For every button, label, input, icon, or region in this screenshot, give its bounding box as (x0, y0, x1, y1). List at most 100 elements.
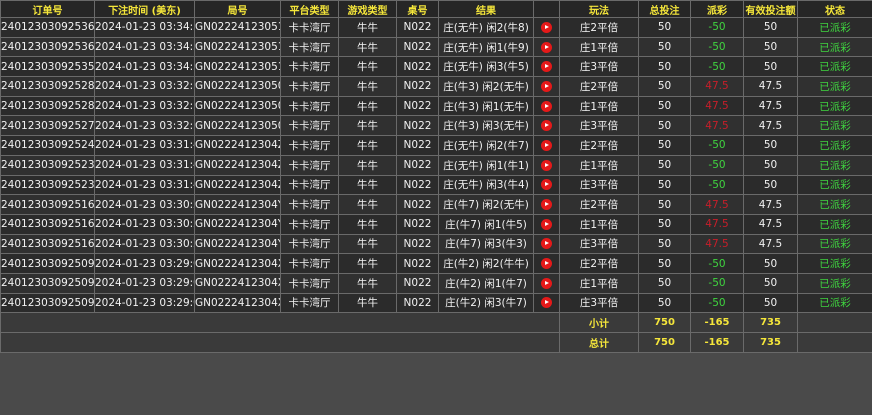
valid-bet-cell: 50 (743, 56, 798, 78)
result-cell: 庄(牛3) 闲2(无牛) (438, 76, 534, 97)
status-cell: 已派彩 (797, 292, 872, 314)
bet-time-cell: 2024-01-23 03:31:49 (94, 154, 195, 176)
valid-bet-cell: 50 (743, 17, 798, 38)
game-type-cell: 牛牛 (338, 76, 397, 97)
round-id-cell: GN0222412304Z (194, 135, 281, 156)
total-bet-cell: 50 (638, 233, 691, 255)
table-row: 2401230309253592024-01-23 03:34:37GN0222… (0, 56, 872, 78)
total-bet-cell: 50 (638, 272, 691, 294)
status-cell: 已派彩 (797, 76, 872, 97)
table-row: 2401230309252382024-01-23 03:31:49GN0222… (0, 174, 872, 196)
col-game-type: 游戏类型 (338, 0, 397, 18)
detail-cell[interactable] (533, 95, 560, 117)
play-cell: 庄2平倍 (559, 253, 639, 274)
game-type-cell: 牛牛 (338, 272, 397, 294)
total-payout: -165 (690, 332, 744, 353)
detail-cell[interactable] (533, 194, 560, 215)
round-id-cell: GN0222412304Z (194, 154, 281, 176)
result-cell: 庄(牛7) 闲1(牛5) (438, 213, 534, 235)
order-id-cell: 240123030925094 (0, 272, 95, 294)
detail-cell[interactable] (533, 36, 560, 58)
detail-cell[interactable] (533, 174, 560, 196)
play-circle-icon[interactable] (541, 80, 552, 92)
status-cell: 已派彩 (797, 17, 872, 38)
table-header-row: 订单号 下注时间 (美东) 局号 平台类型 游戏类型 桌号 结果 玩法 总投注 … (0, 0, 872, 18)
bet-time-cell: 2024-01-23 03:32:59 (94, 115, 195, 137)
status-cell: 已派彩 (797, 115, 872, 137)
play-circle-icon[interactable] (541, 179, 552, 191)
play-circle-icon[interactable] (541, 120, 552, 132)
payout-cell: -50 (690, 17, 744, 38)
valid-bet-cell: 47.5 (743, 95, 798, 117)
table-no-cell: N022 (396, 56, 439, 78)
total-bet-cell: 50 (638, 135, 691, 156)
detail-cell[interactable] (533, 233, 560, 255)
status-cell: 已派彩 (797, 36, 872, 58)
order-id-cell: 240123030925162 (0, 233, 95, 255)
col-result: 结果 (438, 0, 534, 18)
table-row: 2401230309253612024-01-23 03:34:37GN0222… (0, 17, 872, 38)
play-circle-icon[interactable] (541, 238, 552, 250)
game-type-cell: 牛牛 (338, 17, 397, 38)
payout-cell: 47.5 (690, 233, 744, 255)
game-type-cell: 牛牛 (338, 253, 397, 274)
detail-cell[interactable] (533, 115, 560, 137)
play-circle-icon[interactable] (541, 61, 552, 73)
detail-cell[interactable] (533, 213, 560, 235)
detail-cell[interactable] (533, 272, 560, 294)
play-cell: 庄2平倍 (559, 135, 639, 156)
play-circle-icon[interactable] (541, 100, 552, 112)
col-detail (533, 0, 560, 18)
round-id-cell: GN02224123051 (194, 17, 281, 38)
detail-cell[interactable] (533, 76, 560, 97)
platform-cell: 卡卡湾厅 (280, 56, 339, 78)
payout-cell: -50 (690, 253, 744, 274)
col-payout: 派彩 (690, 0, 744, 18)
play-circle-icon[interactable] (541, 297, 552, 309)
game-type-cell: 牛牛 (338, 56, 397, 78)
detail-cell[interactable] (533, 154, 560, 176)
detail-cell[interactable] (533, 56, 560, 78)
play-circle-icon[interactable] (541, 159, 552, 171)
round-id-cell: GN0222412304Y (194, 194, 281, 215)
play-circle-icon[interactable] (541, 139, 552, 151)
result-cell: 庄(无牛) 闲3(牛4) (438, 174, 534, 196)
col-play: 玩法 (559, 0, 639, 18)
payout-cell: -50 (690, 174, 744, 196)
result-cell: 庄(无牛) 闲2(牛7) (438, 135, 534, 156)
platform-cell: 卡卡湾厅 (280, 272, 339, 294)
valid-bet-cell: 47.5 (743, 76, 798, 97)
play-circle-icon[interactable] (541, 21, 552, 33)
play-cell: 庄2平倍 (559, 194, 639, 215)
status-cell: 已派彩 (797, 95, 872, 117)
platform-cell: 卡卡湾厅 (280, 253, 339, 274)
play-circle-icon[interactable] (541, 41, 552, 53)
detail-cell[interactable] (533, 135, 560, 156)
play-circle-icon[interactable] (541, 258, 552, 270)
round-id-cell: GN0222412304Y (194, 213, 281, 235)
table-no-cell: N022 (396, 233, 439, 255)
play-cell: 庄1平倍 (559, 272, 639, 294)
platform-cell: 卡卡湾厅 (280, 213, 339, 235)
play-circle-icon[interactable] (541, 199, 552, 211)
play-cell: 庄1平倍 (559, 213, 639, 235)
bet-time-cell: 2024-01-23 03:31:49 (94, 135, 195, 156)
payout-cell: 47.5 (690, 95, 744, 117)
round-id-cell: GN02224123051 (194, 56, 281, 78)
detail-cell[interactable] (533, 253, 560, 274)
payout-cell: 47.5 (690, 76, 744, 97)
empty-area (0, 352, 872, 415)
table-no-cell: N022 (396, 135, 439, 156)
table-row: 2401230309253602024-01-23 03:34:37GN0222… (0, 36, 872, 58)
detail-cell[interactable] (533, 292, 560, 314)
result-cell: 庄(牛2) 闲2(牛牛) (438, 253, 534, 274)
order-id-cell: 240123030925095 (0, 253, 95, 274)
payout-cell: 47.5 (690, 213, 744, 235)
valid-bet-cell: 47.5 (743, 115, 798, 137)
col-status: 状态 (797, 0, 872, 18)
total-bet: 750 (638, 332, 691, 353)
play-circle-icon[interactable] (541, 277, 552, 289)
play-circle-icon[interactable] (541, 218, 552, 230)
detail-cell[interactable] (533, 17, 560, 38)
table-no-cell: N022 (396, 154, 439, 176)
